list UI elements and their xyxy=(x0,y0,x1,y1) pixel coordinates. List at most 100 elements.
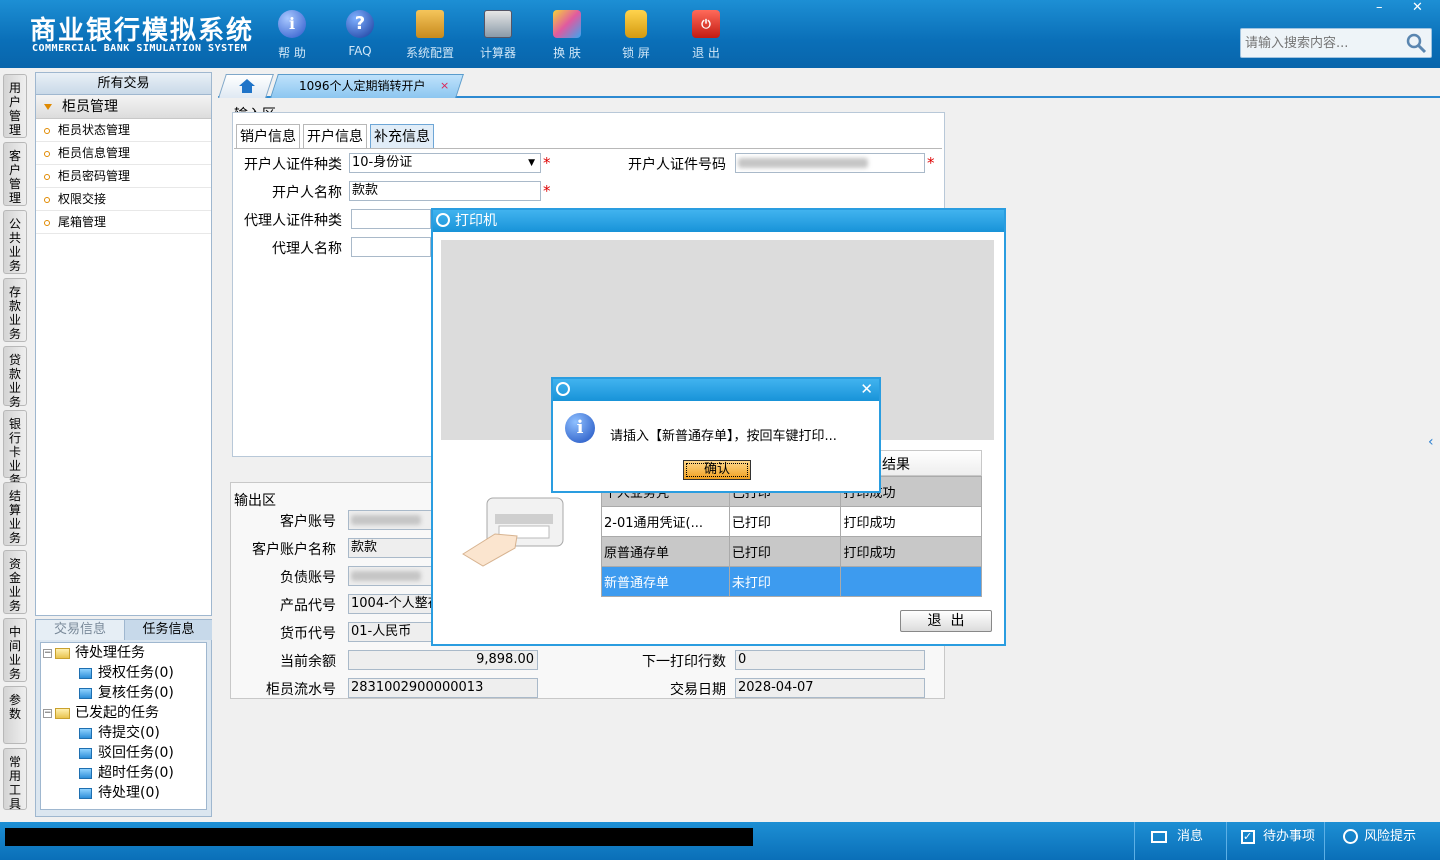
collapse-icon[interactable]: − xyxy=(43,708,52,718)
exit-icon: ⏻ xyxy=(692,10,720,38)
agent-id-type-select[interactable] xyxy=(351,209,431,229)
lock-button[interactable]: 锁 屏 xyxy=(606,8,666,64)
chat-bubble-icon xyxy=(1343,829,1358,844)
agent-name-field[interactable] xyxy=(351,237,431,257)
tab-transaction-info[interactable]: 交易信息 xyxy=(36,620,124,640)
nav-tools[interactable]: 常用工具 xyxy=(3,748,27,811)
tab-task-info[interactable]: 任务信息 xyxy=(124,620,212,640)
search-input[interactable] xyxy=(1241,29,1401,57)
required-mark: * xyxy=(543,182,551,200)
task-icon xyxy=(79,767,92,779)
tree-item[interactable]: 柜员密码管理 xyxy=(36,165,211,188)
close-window-button[interactable]: ✕ xyxy=(1412,0,1423,15)
serial-label: 柜员流水号 xyxy=(266,682,336,698)
todo-button[interactable]: ✓ 待办事项 xyxy=(1226,822,1324,860)
currency-field: 01-人民币 xyxy=(348,622,432,642)
nav-customer-mgmt[interactable]: 客户管理 xyxy=(3,142,27,206)
bullet-icon xyxy=(44,196,50,203)
task-leaf[interactable]: 授权任务(0) xyxy=(79,663,174,683)
task-icon xyxy=(79,747,92,759)
printer-exit-button[interactable]: 退 出 xyxy=(900,610,992,632)
task-panel: 交易信息 任务信息 − 待处理任务 授权任务(0) 复核任务(0) − 已发起的任务… xyxy=(35,619,212,817)
nav-params[interactable]: 参数 xyxy=(3,686,27,744)
tree-item[interactable]: 尾箱管理 xyxy=(36,211,211,234)
collapse-arrow-icon[interactable]: ‹ xyxy=(1428,434,1434,450)
subtab-open-account[interactable]: 开户信息 xyxy=(303,124,367,148)
debt-account-field xyxy=(348,566,432,586)
messages-button[interactable]: 消息 xyxy=(1134,822,1226,860)
task-icon xyxy=(79,687,92,699)
next-print-line-label: 下一打印行数 xyxy=(642,654,726,670)
task-icon xyxy=(79,667,92,679)
insert-slip-dialog: ✕ i 请插入【新普通存单】，按回车键打印... 确认 xyxy=(551,377,881,493)
folder-icon xyxy=(55,707,70,719)
tab-current-transaction[interactable]: 1096个人定期销转开户 × xyxy=(270,74,464,98)
nav-user-mgmt[interactable]: 用户管理 xyxy=(3,74,27,138)
close-tab-icon[interactable]: × xyxy=(416,75,449,97)
home-icon xyxy=(239,79,255,93)
account-label: 客户账号 xyxy=(280,514,336,530)
collapse-icon[interactable]: − xyxy=(43,648,52,658)
tree-item[interactable]: 柜员状态管理 xyxy=(36,119,211,142)
dialog-gear-icon xyxy=(556,382,570,396)
name-label: 开户人名称 xyxy=(272,185,342,201)
task-leaf[interactable]: 待提交(0) xyxy=(79,723,160,743)
nav-loan[interactable]: 贷款业务 xyxy=(3,346,27,409)
task-leaf[interactable]: 超时任务(0) xyxy=(79,763,174,783)
name-field[interactable]: 款款 xyxy=(349,181,541,201)
id-type-label: 开户人证件种类 xyxy=(244,157,342,173)
skin-button[interactable]: 换 肤 xyxy=(537,8,597,64)
dialog-close-button[interactable]: ✕ xyxy=(860,380,873,398)
window-controls: – ✕ xyxy=(1368,0,1432,18)
subtab-divider xyxy=(234,148,942,149)
dropdown-arrow-icon[interactable]: ▼ xyxy=(528,154,535,172)
calculator-icon xyxy=(484,10,512,38)
tab-home[interactable] xyxy=(218,74,274,98)
id-type-select[interactable]: 10-身份证 ▼ xyxy=(349,153,541,173)
tree-item[interactable]: 权限交接 xyxy=(36,188,211,211)
agent-name-label: 代理人名称 xyxy=(272,241,342,257)
output-area-title: 输出区 xyxy=(234,493,276,509)
app-header: 商业银行模拟系统 COMMERCIAL BANK SIMULATION SYST… xyxy=(0,0,1440,68)
nav-intermediate[interactable]: 中间业务 xyxy=(3,618,27,682)
subtab-supplementary[interactable]: 补充信息 xyxy=(370,124,434,148)
faq-button[interactable]: ? FAQ xyxy=(330,8,390,64)
risk-alert-button[interactable]: 风险提示 xyxy=(1324,822,1440,860)
subtab-close-account[interactable]: 销户信息 xyxy=(236,124,300,148)
task-node-pending[interactable]: − 待处理任务 xyxy=(43,643,145,663)
task-leaf[interactable]: 待处理(0) xyxy=(79,783,160,803)
help-icon: i xyxy=(278,10,306,38)
help-button[interactable]: i帮 助 xyxy=(262,8,322,64)
nav-funds[interactable]: 资金业务 xyxy=(3,550,27,614)
confirm-button[interactable]: 确认 xyxy=(683,460,751,480)
task-leaf[interactable]: 驳回任务(0) xyxy=(79,743,174,763)
table-row[interactable]: 2-01通用凭证(... 已打印 打印成功 xyxy=(601,506,982,537)
minimize-button[interactable]: – xyxy=(1376,0,1383,15)
nav-deposit[interactable]: 存款业务 xyxy=(3,278,27,342)
required-mark: * xyxy=(543,154,551,172)
faq-icon: ? xyxy=(346,10,374,38)
agent-id-type-label: 代理人证件种类 xyxy=(244,213,342,229)
id-number-field[interactable] xyxy=(735,153,925,173)
nav-bank-card[interactable]: 银行卡业务 xyxy=(3,410,27,487)
id-number-label: 开户人证件号码 xyxy=(628,157,726,173)
left-nav: 用户管理 客户管理 公共业务 存款业务 贷款业务 银行卡业务 结算业务 资金业务… xyxy=(0,70,30,811)
search-icon[interactable] xyxy=(1405,32,1427,54)
task-node-initiated[interactable]: − 已发起的任务 xyxy=(43,703,159,723)
config-button[interactable]: 系统配置 xyxy=(400,8,460,64)
task-leaf[interactable]: 复核任务(0) xyxy=(79,683,174,703)
serial-field: 2831002900000013 xyxy=(348,678,538,698)
tree-group-teller[interactable]: 柜员管理 xyxy=(36,95,211,119)
nav-public-business[interactable]: 公共业务 xyxy=(3,210,27,274)
next-print-line-field: 0 xyxy=(735,650,925,670)
app-title: 商业银行模拟系统 xyxy=(30,16,255,46)
calculator-button[interactable]: 计算器 xyxy=(468,8,528,64)
exit-button[interactable]: ⏻ 退 出 xyxy=(676,8,736,64)
table-row[interactable]: 新普通存单 未打印 xyxy=(601,566,982,597)
table-row[interactable]: 原普通存单 已打印 打印成功 xyxy=(601,536,982,567)
bullet-icon xyxy=(44,219,50,226)
nav-settlement[interactable]: 结算业务 xyxy=(3,482,27,546)
info-icon: i xyxy=(565,413,595,443)
tree-item[interactable]: 柜员信息管理 xyxy=(36,142,211,165)
account-name-field: 款款 xyxy=(348,538,432,558)
